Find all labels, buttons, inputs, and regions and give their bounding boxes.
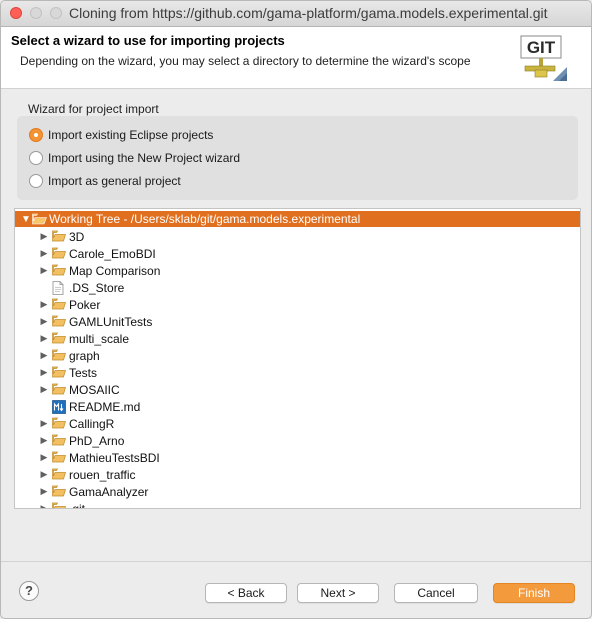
chevron-right-icon[interactable]: ▶ (38, 248, 50, 259)
zoom-window-button[interactable] (50, 7, 62, 19)
folder-icon (52, 451, 66, 464)
import-wizard-window: Cloning from https://github.com/gama-pla… (0, 0, 592, 619)
radio-unselected-icon[interactable] (29, 174, 43, 188)
chevron-right-icon[interactable]: ▶ (38, 265, 50, 276)
wizard-options-group: Import existing Eclipse projects Import … (17, 116, 578, 200)
folder-icon (52, 468, 66, 481)
tree-item-label: GAMLUnitTests (69, 314, 153, 329)
folder-icon (52, 247, 66, 260)
tree-item-folder[interactable]: ▶ Map Comparison (15, 262, 580, 279)
tree-item-folder[interactable]: ▶ rouen_traffic (15, 466, 580, 483)
tree-item-label: Poker (69, 297, 101, 312)
tree-item-folder[interactable]: ▶ 3D (15, 228, 580, 245)
tree-root-label: Working Tree - /Users/sklab/git/gama.mod… (49, 212, 361, 226)
folder-icon (52, 298, 66, 311)
markdown-file-icon (52, 400, 66, 414)
folder-icon (52, 264, 66, 277)
wizard-header: Select a wizard to use for importing pro… (1, 27, 591, 89)
tree-item-label: .DS_Store (69, 280, 125, 295)
tree-item-folder[interactable]: ▶ Carole_EmoBDI (15, 245, 580, 262)
chevron-right-icon[interactable]: ▶ (38, 435, 50, 446)
tree-item-label: README.md (69, 399, 141, 414)
chevron-down-icon[interactable]: ▼ (21, 214, 32, 225)
option-label: Import existing Eclipse projects (48, 128, 214, 142)
folder-icon (52, 230, 66, 243)
file-icon (52, 281, 66, 295)
tree-item-folder[interactable]: ▶ Tests (15, 364, 580, 381)
tree-item-label: MathieuTestsBDI (69, 450, 160, 465)
chevron-right-icon[interactable]: ▶ (38, 231, 50, 242)
option-import-general-project[interactable]: Import as general project (29, 172, 181, 190)
wizard-description: Depending on the wizard, you may select … (20, 54, 471, 68)
option-import-existing-projects[interactable]: Import existing Eclipse projects (29, 126, 213, 144)
folder-icon (52, 485, 66, 498)
chevron-right-icon[interactable]: ▶ (38, 367, 50, 378)
tree-item-folder[interactable]: ▶ MathieuTestsBDI (15, 449, 580, 466)
git-logo-text: GIT (527, 38, 556, 57)
option-label: Import as general project (48, 174, 181, 188)
git-logo-icon: GIT (520, 35, 567, 81)
chevron-right-icon[interactable]: ▶ (38, 452, 50, 463)
option-import-new-project-wizard[interactable]: Import using the New Project wizard (29, 149, 240, 167)
tree-item-folder[interactable]: ▶ PhD_Arno (15, 432, 580, 449)
tree-item-folder[interactable]: ▶ .git (15, 500, 580, 509)
folder-icon (52, 383, 66, 396)
close-window-button[interactable] (10, 7, 22, 19)
footer-divider (1, 561, 591, 562)
chevron-right-icon[interactable]: ▶ (38, 486, 50, 497)
tree-item-file[interactable]: README.md (15, 398, 580, 415)
folder-icon (52, 502, 66, 508)
working-tree-view[interactable]: ▼ Working Tree - /Users/sklab/git/gama.m… (14, 208, 581, 509)
title-bar: Cloning from https://github.com/gama-pla… (1, 1, 591, 27)
tree-item-label: Carole_EmoBDI (69, 246, 156, 261)
chevron-right-icon[interactable]: ▶ (38, 503, 50, 508)
folder-icon (52, 315, 66, 328)
tree-item-label: MOSAIIC (69, 382, 120, 397)
finish-button[interactable]: Finish (493, 583, 575, 603)
radio-selected-icon[interactable] (29, 128, 43, 142)
chevron-right-icon[interactable]: ▶ (38, 418, 50, 429)
tree-item-label: rouen_traffic (69, 467, 136, 482)
tree-item-folder[interactable]: ▶ multi_scale (15, 330, 580, 347)
tree-item-folder[interactable]: ▶ GamaAnalyzer (15, 483, 580, 500)
window-title: Cloning from https://github.com/gama-pla… (69, 5, 548, 21)
chevron-right-icon[interactable]: ▶ (38, 316, 50, 327)
wizard-title: Select a wizard to use for importing pro… (11, 33, 285, 48)
tree-item-label: Map Comparison (69, 263, 161, 278)
chevron-right-icon[interactable]: ▶ (38, 333, 50, 344)
tree-item-label: Tests (69, 365, 98, 380)
chevron-right-icon[interactable]: ▶ (38, 350, 50, 361)
tree-item-label: GamaAnalyzer (69, 484, 149, 499)
tree-item-folder[interactable]: ▶ Poker (15, 296, 580, 313)
tree-item-label: 3D (69, 229, 85, 244)
tree-item-folder[interactable]: ▶ GAMLUnitTests (15, 313, 580, 330)
tree-item-folder[interactable]: ▶ MOSAIIC (15, 381, 580, 398)
tree-item-label: graph (69, 348, 100, 363)
next-button[interactable]: Next > (297, 583, 379, 603)
wizard-group-label: Wizard for project import (28, 102, 159, 116)
help-button[interactable]: ? (19, 581, 39, 601)
tree-item-label: CallingR (69, 416, 115, 431)
tree-item-folder[interactable]: ▶ CallingR (15, 415, 580, 432)
folder-icon (52, 332, 66, 345)
folder-icon (52, 434, 66, 447)
open-folder-icon (32, 213, 47, 225)
back-button[interactable]: < Back (205, 583, 287, 603)
minimize-window-button[interactable] (30, 7, 42, 19)
tree-item-label: multi_scale (69, 331, 130, 346)
folder-icon (52, 349, 66, 362)
tree-item-file[interactable]: .DS_Store (15, 279, 580, 296)
tree-root-working-tree[interactable]: ▼ Working Tree - /Users/sklab/git/gama.m… (15, 211, 580, 227)
option-label: Import using the New Project wizard (48, 151, 241, 165)
tree-item-label: .git (69, 501, 86, 509)
chevron-right-icon[interactable]: ▶ (38, 299, 50, 310)
folder-icon (52, 366, 66, 379)
tree-item-folder[interactable]: ▶ graph (15, 347, 580, 364)
chevron-right-icon[interactable]: ▶ (38, 469, 50, 480)
chevron-right-icon[interactable]: ▶ (38, 384, 50, 395)
cancel-button[interactable]: Cancel (394, 583, 478, 603)
tree-item-label: PhD_Arno (69, 433, 125, 448)
folder-icon (52, 417, 66, 430)
radio-unselected-icon[interactable] (29, 151, 43, 165)
